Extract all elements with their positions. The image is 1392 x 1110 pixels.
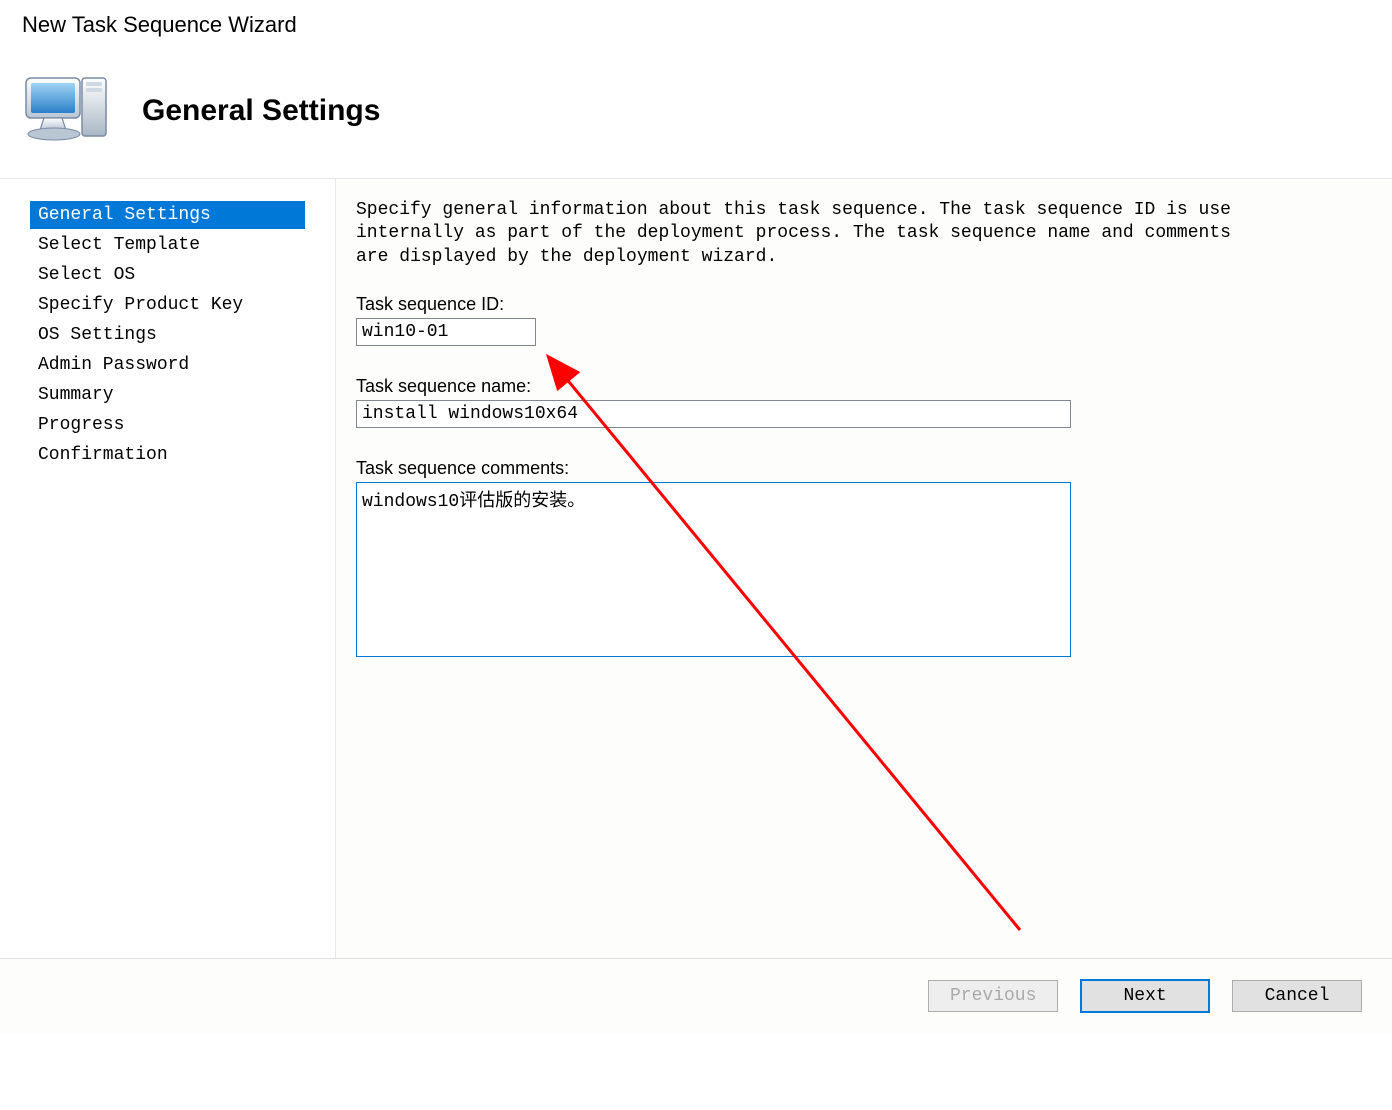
computer-icon [20, 68, 112, 153]
wizard-header: General Settings [0, 48, 1392, 178]
sidebar-item-specify-product-key[interactable]: Specify Product Key [30, 291, 305, 319]
sidebar-item-confirmation[interactable]: Confirmation [30, 441, 305, 469]
page-title: General Settings [142, 94, 380, 128]
panel-description: Specify general information about this t… [356, 199, 1392, 269]
task-id-label: Task sequence ID: [356, 294, 1392, 315]
comments-label: Task sequence comments: [356, 458, 1392, 479]
sidebar-item-progress[interactable]: Progress [30, 411, 305, 439]
task-id-input[interactable] [356, 318, 536, 346]
task-name-label: Task sequence name: [356, 376, 1392, 397]
button-bar: Previous Next Cancel [0, 958, 1392, 1033]
sidebar-item-summary[interactable]: Summary [30, 381, 305, 409]
sidebar-item-select-os[interactable]: Select OS [30, 261, 305, 289]
wizard-steps-sidebar: General Settings Select Template Select … [0, 179, 335, 958]
window-title: New Task Sequence Wizard [0, 0, 1392, 48]
next-button[interactable]: Next [1080, 979, 1210, 1013]
sidebar-item-admin-password[interactable]: Admin Password [30, 351, 305, 379]
cancel-button[interactable]: Cancel [1232, 980, 1362, 1012]
previous-button: Previous [928, 980, 1058, 1012]
sidebar-item-os-settings[interactable]: OS Settings [30, 321, 305, 349]
main-panel: Specify general information about this t… [335, 179, 1392, 958]
task-name-input[interactable] [356, 400, 1071, 428]
sidebar-item-select-template[interactable]: Select Template [30, 231, 305, 259]
sidebar-item-general-settings[interactable]: General Settings [30, 201, 305, 229]
comments-textarea[interactable] [356, 482, 1071, 657]
